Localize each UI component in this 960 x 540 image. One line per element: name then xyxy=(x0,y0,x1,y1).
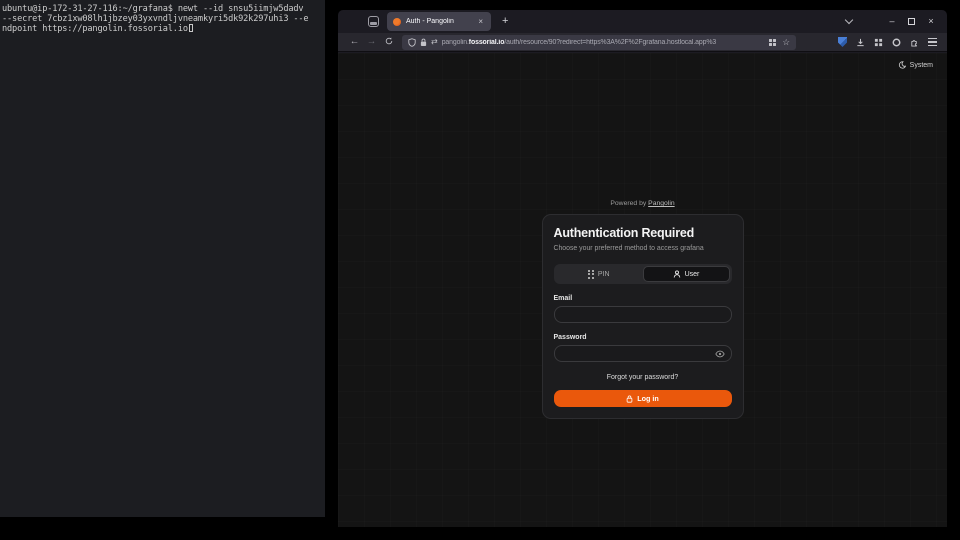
tab-pin[interactable]: PIN xyxy=(556,266,643,282)
url-bar[interactable]: ⇄ pangolin.fossorial.io/auth/resource/90… xyxy=(402,35,796,50)
password-label: Password xyxy=(554,334,732,341)
login-button-label: Log in xyxy=(637,394,659,403)
pangolin-favicon-icon xyxy=(393,18,401,26)
back-button[interactable]: ← xyxy=(346,37,363,47)
bookmark-star-icon[interactable]: ☆ xyxy=(782,38,790,47)
redirect-arrows-icon[interactable]: ⇄ xyxy=(431,38,438,46)
url-text[interactable]: pangolin.fossorial.io/auth/resource/90?r… xyxy=(442,39,766,46)
password-input[interactable] xyxy=(561,350,715,357)
browser-window: Auth - Pangolin × + – × ← → xyxy=(338,10,947,527)
tab-title: Auth - Pangolin xyxy=(406,18,476,25)
tab-list-chevron-down-icon[interactable] xyxy=(845,16,853,24)
forward-button[interactable]: → xyxy=(363,37,380,47)
toolbar-extension-icons xyxy=(796,37,937,47)
powered-by-text: Powered by xyxy=(610,200,646,207)
terminal-window[interactable]: ubuntu@ip-172-31-27-116:~/grafana$ newt … xyxy=(0,0,325,517)
tab-close-icon[interactable]: × xyxy=(476,17,485,27)
moon-theme-icon xyxy=(898,61,906,69)
tab-pin-label: PIN xyxy=(598,271,610,278)
ring-extension-icon[interactable] xyxy=(892,38,901,47)
puzzle-extensions-icon[interactable] xyxy=(910,38,919,47)
close-window-button[interactable]: × xyxy=(925,17,937,26)
pangolin-link[interactable]: Pangolin xyxy=(648,200,674,207)
menu-hamburger-icon[interactable] xyxy=(928,38,937,46)
minimize-button[interactable]: – xyxy=(886,17,898,26)
password-field-wrap xyxy=(554,345,732,362)
maximize-button[interactable] xyxy=(908,18,915,25)
urlbar-actions: ☆ xyxy=(769,38,790,47)
new-tab-button[interactable]: + xyxy=(502,16,508,27)
url-path: /auth/resource/90?redirect=https%3A%2F%2… xyxy=(504,39,716,46)
card-subtitle: Choose your preferred method to access g… xyxy=(554,245,732,252)
reload-icon xyxy=(385,37,393,45)
lock-icon[interactable] xyxy=(420,38,427,47)
auth-method-tabs: PIN User xyxy=(554,264,732,284)
tab-auth-pangolin[interactable]: Auth - Pangolin × xyxy=(387,12,491,31)
email-input[interactable] xyxy=(561,311,725,318)
ublock-shield-icon[interactable] xyxy=(838,37,847,47)
desktop: ubuntu@ip-172-31-27-116:~/grafana$ newt … xyxy=(0,0,960,540)
terminal-line-text: ndpoint https://pangolin.fossorial.io xyxy=(2,24,188,34)
theme-label: System xyxy=(910,62,933,69)
tab-user[interactable]: User xyxy=(643,266,730,282)
extensions-grid-icon[interactable] xyxy=(874,38,883,47)
auth-card: Authentication Required Choose your pref… xyxy=(542,214,744,419)
login-button[interactable]: Log in xyxy=(554,390,732,407)
card-title: Authentication Required xyxy=(554,226,732,240)
terminal-line: ndpoint https://pangolin.fossorial.io xyxy=(2,24,323,34)
terminal-line: ubuntu@ip-172-31-27-116:~/grafana$ newt … xyxy=(2,4,323,14)
page-actions-grid-icon[interactable] xyxy=(769,39,776,46)
powered-by: Powered by Pangolin xyxy=(542,200,744,207)
user-icon xyxy=(673,270,681,278)
nav-toolbar: ← → ⇄ pangolin.fossorial.io/auth/resourc… xyxy=(338,33,947,52)
url-subdomain: pangolin. xyxy=(442,39,469,46)
window-controls: – × xyxy=(886,17,937,26)
reload-button[interactable] xyxy=(380,37,397,48)
login-lock-icon xyxy=(626,395,633,403)
tab-user-label: User xyxy=(685,271,700,278)
pin-keypad-icon xyxy=(588,270,594,279)
forgot-password-link[interactable]: Forgot your password? xyxy=(554,374,732,381)
show-password-eye-icon[interactable] xyxy=(715,350,725,358)
auth-column: Powered by Pangolin Authentication Requi… xyxy=(542,200,744,419)
email-field-wrap xyxy=(554,306,732,323)
downloads-icon[interactable] xyxy=(856,38,865,47)
page-content: System Powered by Pangolin Authenticatio… xyxy=(338,53,947,527)
terminal-cursor xyxy=(189,24,194,32)
tracking-protection-shield-icon[interactable] xyxy=(408,38,416,47)
url-domain: fossorial.io xyxy=(469,39,505,46)
firefox-view-icon[interactable] xyxy=(368,16,379,27)
theme-toggle[interactable]: System xyxy=(898,61,933,69)
email-label: Email xyxy=(554,295,732,302)
terminal-line: --secret 7cbz1xw08lh1jbzey03yxvndljvneam… xyxy=(2,14,323,24)
tab-bar: Auth - Pangolin × + – × xyxy=(338,10,947,33)
